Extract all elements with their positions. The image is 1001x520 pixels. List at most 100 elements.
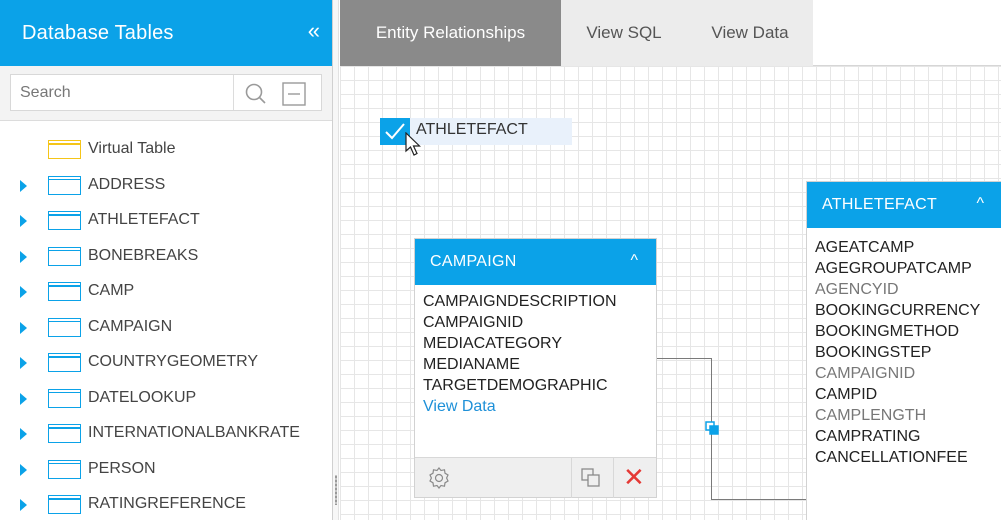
expand-arrow-icon[interactable] bbox=[20, 286, 27, 298]
card-header[interactable]: CAMPAIGN ^ bbox=[415, 239, 656, 285]
join-icon[interactable] bbox=[705, 421, 719, 435]
table-icon bbox=[48, 495, 81, 514]
tree-item-athletefact[interactable]: ATHLETEFACT bbox=[0, 202, 332, 238]
tab-view-data[interactable]: View Data bbox=[687, 0, 813, 66]
campaign-table-card[interactable]: CAMPAIGN ^ CAMPAIGNDESCRIPTION CAMPAIGNI… bbox=[414, 238, 657, 498]
table-icon bbox=[48, 424, 81, 443]
tree-item-label: RATINGREFERENCE bbox=[88, 495, 246, 512]
field-item[interactable]: CAMPRATING bbox=[815, 426, 1001, 447]
search-input[interactable] bbox=[11, 75, 233, 110]
table-icon bbox=[48, 459, 81, 479]
sidebar-title: Database Tables bbox=[22, 22, 174, 44]
tab-view-sql[interactable]: View SQL bbox=[561, 0, 687, 66]
collapse-caret-icon[interactable]: ^ bbox=[630, 252, 638, 270]
tree-item-camp[interactable]: CAMP bbox=[0, 273, 332, 309]
collapse-caret-icon[interactable]: ^ bbox=[976, 195, 984, 213]
field-item[interactable]: CAMPLENGTH bbox=[815, 405, 1001, 426]
field-item[interactable]: CAMPAIGNDESCRIPTION bbox=[423, 291, 656, 312]
field-item[interactable]: CANCELLATIONFEE bbox=[815, 447, 1001, 468]
tree-item-label: DATELOOKUP bbox=[88, 388, 197, 406]
tree-item-virtual-table[interactable]: Virtual Table bbox=[0, 131, 332, 167]
search-row bbox=[0, 66, 332, 121]
tree-item-datelookup[interactable]: DATELOOKUP bbox=[0, 380, 332, 416]
relationship-line bbox=[656, 358, 712, 359]
field-item[interactable]: BOOKINGCURRENCY bbox=[815, 300, 1001, 321]
expand-arrow-icon[interactable] bbox=[20, 250, 27, 263]
card-header[interactable]: ATHLETEFACT ^ bbox=[807, 182, 1001, 228]
database-tables-panel: Database Tables « Virtual Table ADDRESS bbox=[0, 0, 333, 520]
search-divider bbox=[233, 75, 234, 110]
field-item[interactable]: CAMPAIGNID bbox=[815, 363, 1001, 384]
tree-item-label: BONEBREAKS bbox=[88, 246, 199, 264]
remove-table-icon[interactable]: ✕ bbox=[623, 464, 645, 490]
expand-arrow-icon[interactable] bbox=[20, 357, 27, 369]
tab-entity-relationships[interactable]: Entity Relationships bbox=[340, 0, 561, 66]
tree-item-label: PERSON bbox=[88, 459, 156, 477]
tree-item-label: CAMP bbox=[88, 282, 135, 299]
expand-arrow-icon[interactable] bbox=[20, 392, 27, 405]
tree-item-label: COUNTRYGEOMETRY bbox=[88, 353, 259, 370]
mouse-cursor-icon bbox=[405, 132, 421, 156]
card-footer: ✕ bbox=[415, 457, 656, 498]
card-title: CAMPAIGN bbox=[430, 253, 517, 270]
table-tree: Virtual Table ADDRESS ATHLETEFACT BONEBR… bbox=[0, 131, 332, 520]
table-icon bbox=[48, 388, 81, 408]
tree-item-campaign[interactable]: CAMPAIGN bbox=[0, 309, 332, 345]
er-diagram-canvas[interactable]: ATHLETEFACT CAMPAIGN ^ CAMPAIGNDESCRIPTI… bbox=[340, 66, 1001, 520]
tree-item-address[interactable]: ADDRESS bbox=[0, 167, 332, 203]
expand-arrow-icon[interactable] bbox=[20, 428, 27, 440]
tree-item-person[interactable]: PERSON bbox=[0, 451, 332, 487]
table-icon bbox=[48, 175, 81, 195]
field-item[interactable]: BOOKINGMETHOD bbox=[815, 321, 1001, 342]
table-icon bbox=[48, 317, 81, 337]
card-title: ATHLETEFACT bbox=[822, 196, 938, 213]
copy-icon[interactable] bbox=[580, 467, 602, 489]
gear-icon[interactable] bbox=[427, 466, 451, 490]
expand-arrow-icon[interactable] bbox=[20, 321, 27, 334]
field-list: AGEATCAMP AGEGROUPATCAMP AGENCYID BOOKIN… bbox=[807, 228, 1001, 468]
tree-item-internationalbankrate[interactable]: INTERNATIONALBANKRATE bbox=[0, 415, 332, 451]
collapse-all-icon[interactable] bbox=[281, 81, 307, 107]
field-item[interactable]: CAMPID bbox=[815, 384, 1001, 405]
view-data-link[interactable]: View Data bbox=[423, 396, 656, 417]
expand-arrow-icon[interactable] bbox=[20, 499, 27, 511]
field-item[interactable]: MEDIANAME bbox=[423, 354, 656, 375]
table-icon bbox=[48, 211, 81, 230]
tree-item-label: CAMPAIGN bbox=[88, 317, 173, 335]
table-icon bbox=[48, 353, 81, 372]
tree-item-label: Virtual Table bbox=[88, 140, 176, 157]
sidebar-header: Database Tables « bbox=[0, 0, 332, 66]
table-icon bbox=[48, 246, 81, 266]
expand-arrow-icon[interactable] bbox=[20, 463, 27, 476]
main-panel: Entity Relationships View SQL View Data … bbox=[340, 0, 1001, 520]
tree-item-label: ADDRESS bbox=[88, 175, 166, 193]
splitter-grip-icon[interactable] bbox=[335, 475, 337, 505]
footer-divider bbox=[571, 458, 572, 498]
field-item[interactable]: TARGETDEMOGRAPHIC bbox=[423, 375, 656, 396]
tree-item-label: INTERNATIONALBANKRATE bbox=[88, 424, 300, 441]
panel-splitter[interactable] bbox=[333, 0, 339, 520]
field-item[interactable]: BOOKINGSTEP bbox=[815, 342, 1001, 363]
collapse-sidebar-button[interactable]: « bbox=[308, 20, 320, 42]
relationship-line bbox=[711, 499, 807, 500]
virtual-table-icon bbox=[48, 140, 81, 159]
selected-table-label: ATHLETEFACT bbox=[416, 121, 528, 138]
tree-item-bonebreaks[interactable]: BONEBREAKS bbox=[0, 238, 332, 274]
footer-divider bbox=[613, 458, 614, 498]
tree-item-label: ATHLETEFACT bbox=[88, 211, 200, 228]
tree-item-countrygeometry[interactable]: COUNTRYGEOMETRY bbox=[0, 344, 332, 380]
field-item[interactable]: MEDIACATEGORY bbox=[423, 333, 656, 354]
tab-bar: Entity Relationships View SQL View Data bbox=[340, 0, 1001, 66]
table-icon bbox=[48, 282, 81, 301]
expand-arrow-icon[interactable] bbox=[20, 179, 27, 192]
field-item[interactable]: CAMPAIGNID bbox=[423, 312, 656, 333]
field-item[interactable]: AGEGROUPATCAMP bbox=[815, 258, 1001, 279]
expand-arrow-icon[interactable] bbox=[20, 215, 27, 227]
field-item[interactable]: AGENCYID bbox=[815, 279, 1001, 300]
search-icon[interactable] bbox=[243, 81, 269, 107]
field-list: CAMPAIGNDESCRIPTION CAMPAIGNID MEDIACATE… bbox=[415, 285, 656, 417]
search-box bbox=[10, 74, 322, 111]
tree-item-ratingreference[interactable]: RATINGREFERENCE bbox=[0, 486, 332, 520]
athletefact-table-card[interactable]: ATHLETEFACT ^ AGEATCAMP AGEGROUPATCAMP A… bbox=[806, 181, 1001, 520]
field-item[interactable]: AGEATCAMP bbox=[815, 237, 1001, 258]
